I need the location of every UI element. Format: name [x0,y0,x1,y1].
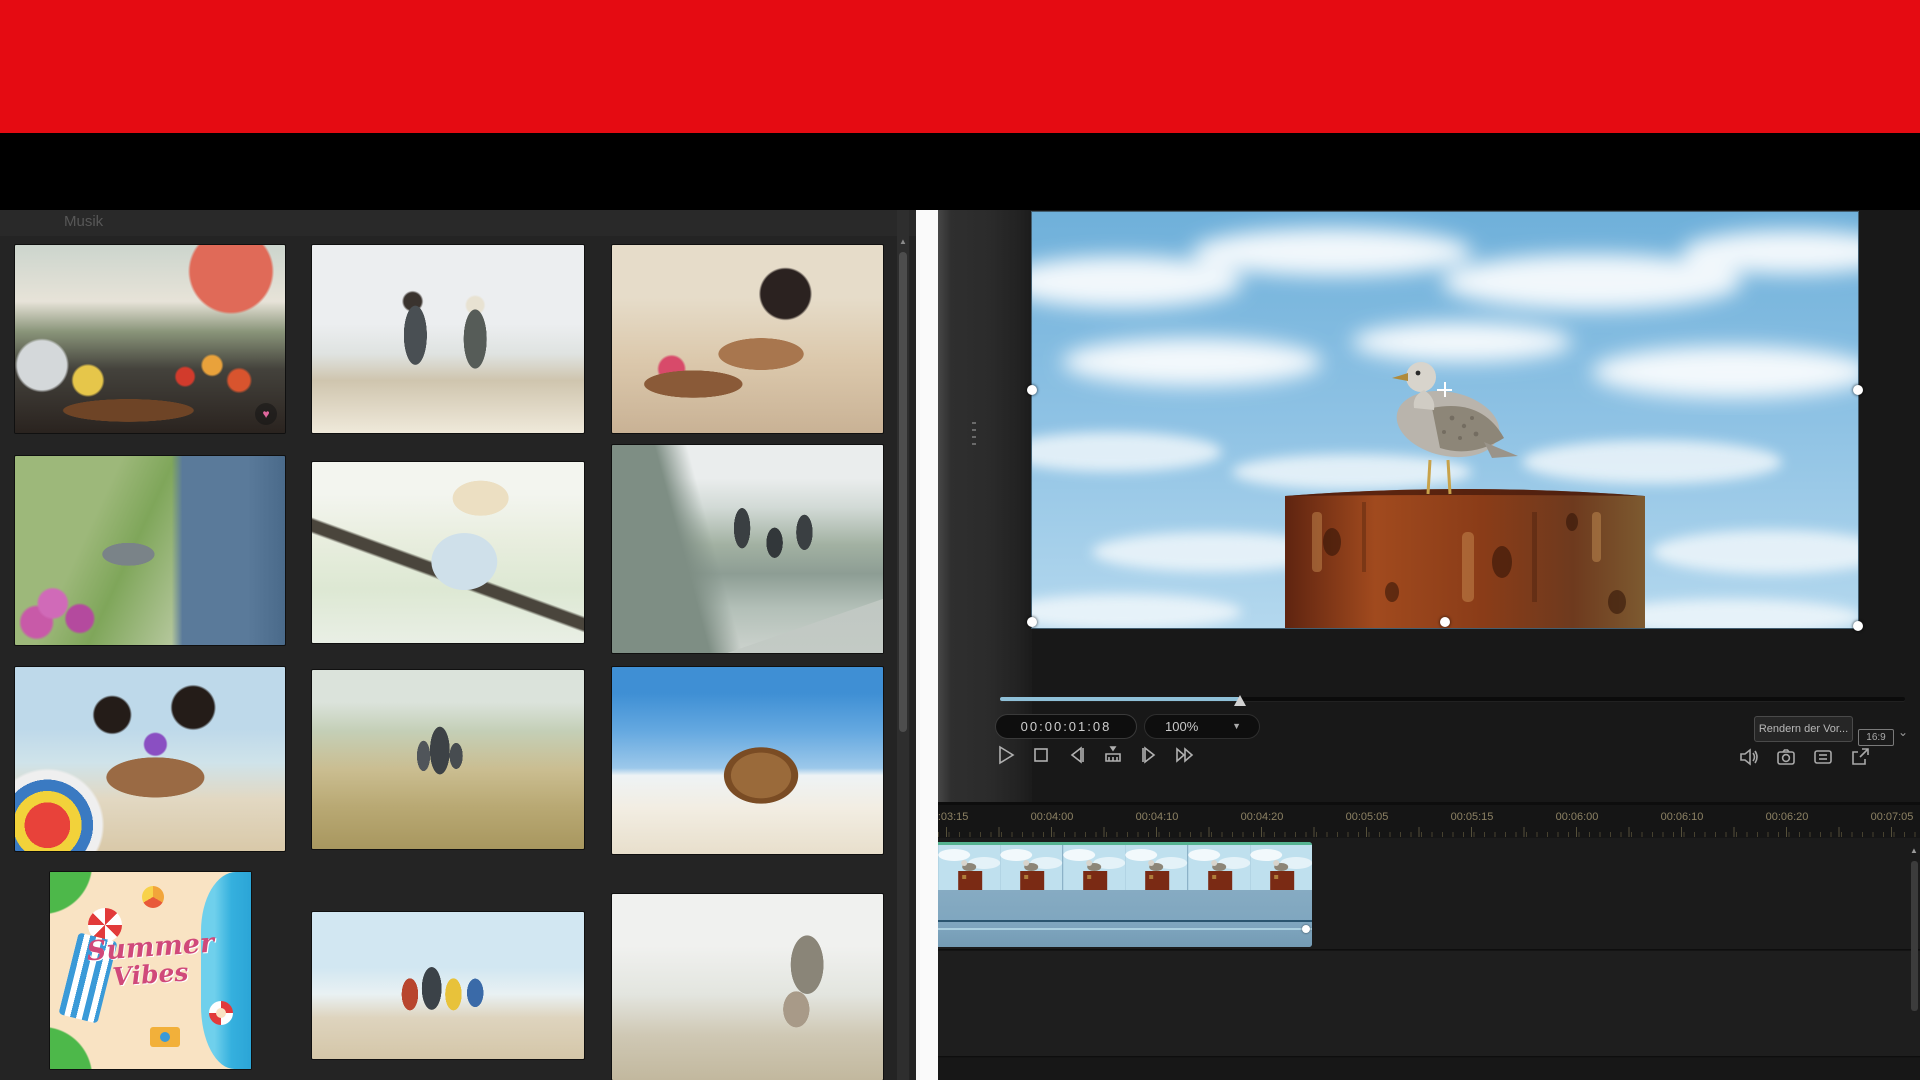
summer-vibes-text: Summer Vibes [50,934,251,988]
timecode-display: 00:00:01:08 [995,714,1137,739]
thumbnail-kids-beach-ball[interactable] [15,667,285,851]
app-window: Musik ♥ Summer Vibes [0,0,1920,1080]
clip-filmstrip [938,845,1312,890]
ruler-label: 00:06:10 [1661,811,1704,823]
thumbnail-summer-vibes-card[interactable]: Summer Vibes [50,872,251,1069]
panel-divider[interactable] [916,210,938,1080]
media-category-header: Musik [0,210,916,236]
preview-tools [1736,744,1873,770]
dropdown-caret-icon: ▼ [1232,715,1241,738]
previous-frame-button[interactable] [1064,742,1090,768]
thumbnail-friends-jumping-lake[interactable] [612,445,883,653]
fast-forward-button[interactable] [1172,742,1198,768]
ruler-label: 00:07:05 [1871,811,1914,823]
preview-scrubber[interactable] [1000,694,1905,704]
timeline-clip-seagull[interactable] [938,842,1312,947]
thumbnail-beach-lounge-chair[interactable] [612,667,883,854]
scrollbar-thumb[interactable] [1911,861,1918,1011]
scroll-up-icon[interactable]: ▲ [897,236,909,248]
timeline-track-empty-2[interactable] [938,1058,1920,1080]
palm-leaf-icon [50,1019,100,1069]
volume-icon[interactable] [1736,744,1762,770]
scroll-up-icon[interactable]: ▲ [1908,845,1920,857]
clip-volume-line[interactable] [938,928,1312,930]
media-scrollbar[interactable]: ▲ [897,210,909,1080]
selection-handle-bottom-right[interactable] [1853,621,1863,631]
stop-button[interactable] [1028,742,1054,768]
ruler-label: 00:03:15 [938,811,968,823]
clip-envelope-line [938,920,1312,922]
detach-fullscreen-icon[interactable] [1847,744,1873,770]
play-button[interactable] [992,742,1018,768]
panel-resize-grip[interactable] [972,422,976,448]
render-marker-button[interactable] [1100,742,1126,768]
timeline-scrollbar[interactable]: ▲ [1908,845,1920,1080]
header-bar [0,133,1920,210]
transport-controls [992,742,1198,768]
ruler-ticks-major [946,827,1920,837]
media-category-label: Musik [64,213,103,230]
timeline-ruler[interactable]: 00:03:15 00:04:00 00:04:10 00:04:20 00:0… [938,805,1920,838]
selection-handle-bottom-center[interactable] [1440,617,1450,627]
ruler-label: 00:06:00 [1556,811,1599,823]
timeline-track-empty-1[interactable] [938,951,1920,1057]
thumbnail-mother-child-beach[interactable] [612,894,883,1080]
thumbnail-family-on-beach[interactable] [312,912,584,1059]
volume-handle[interactable] [1302,925,1310,933]
thumbnail-couple-dancing-beach[interactable] [312,245,584,433]
selection-handle-mid-right[interactable] [1853,385,1863,395]
lifebuoy-icon [209,1001,233,1025]
preview-panel: 00:00:01:08 100% ▼ Rendern der Vor... 16… [938,210,1920,802]
ruler-label: 00:05:05 [1346,811,1389,823]
ruler-label: 00:04:10 [1136,811,1179,823]
ruler-label: 00:06:20 [1766,811,1809,823]
media-library-panel: Musik ♥ Summer Vibes [0,210,916,1080]
scrubber-progress [1000,697,1240,701]
preview-video-frame[interactable] [1032,212,1858,628]
thumbnail-bbq-grill[interactable]: ♥ [15,245,285,433]
scrollbar-thumb[interactable] [899,252,907,732]
ruler-label: 00:05:15 [1451,811,1494,823]
chevron-down-icon[interactable]: ⌄ [1898,725,1908,739]
snapshot-camera-icon[interactable] [1773,744,1799,770]
camera-illustration-icon [150,1027,180,1047]
thumbnail-family-walking-path[interactable] [312,670,584,849]
next-frame-button[interactable] [1136,742,1162,768]
ruler-label: 00:04:20 [1241,811,1284,823]
render-preview-button[interactable]: Rendern der Vor... [1754,716,1853,742]
right-region: 00:00:01:08 100% ▼ Rendern der Vor... 16… [938,210,1920,1080]
scrubber-playhead[interactable] [1234,695,1246,706]
thumbnail-women-lying-beach[interactable] [612,245,883,433]
clip-audio-body [938,890,1312,947]
top-banner [0,0,1920,133]
center-crosshair-icon[interactable] [1437,382,1452,397]
thumbnail-watering-flowers[interactable] [15,456,285,645]
favorite-heart-icon[interactable]: ♥ [255,403,277,425]
ruler-label: 00:04:00 [1031,811,1074,823]
timeline-panel: 00:03:15 00:04:00 00:04:10 00:04:20 00:0… [938,805,1920,1080]
track-options-icon[interactable] [1810,744,1836,770]
zoom-level-select[interactable]: 100% ▼ [1144,714,1260,739]
beach-ball-icon [142,886,164,908]
seagull-video-image [1032,212,1858,628]
timeline-track-video[interactable] [938,838,1920,950]
selection-handle-mid-left[interactable] [1027,385,1037,395]
thumbnail-woman-sun-hat[interactable] [312,462,584,643]
selection-handle-bottom-left[interactable] [1027,617,1037,627]
